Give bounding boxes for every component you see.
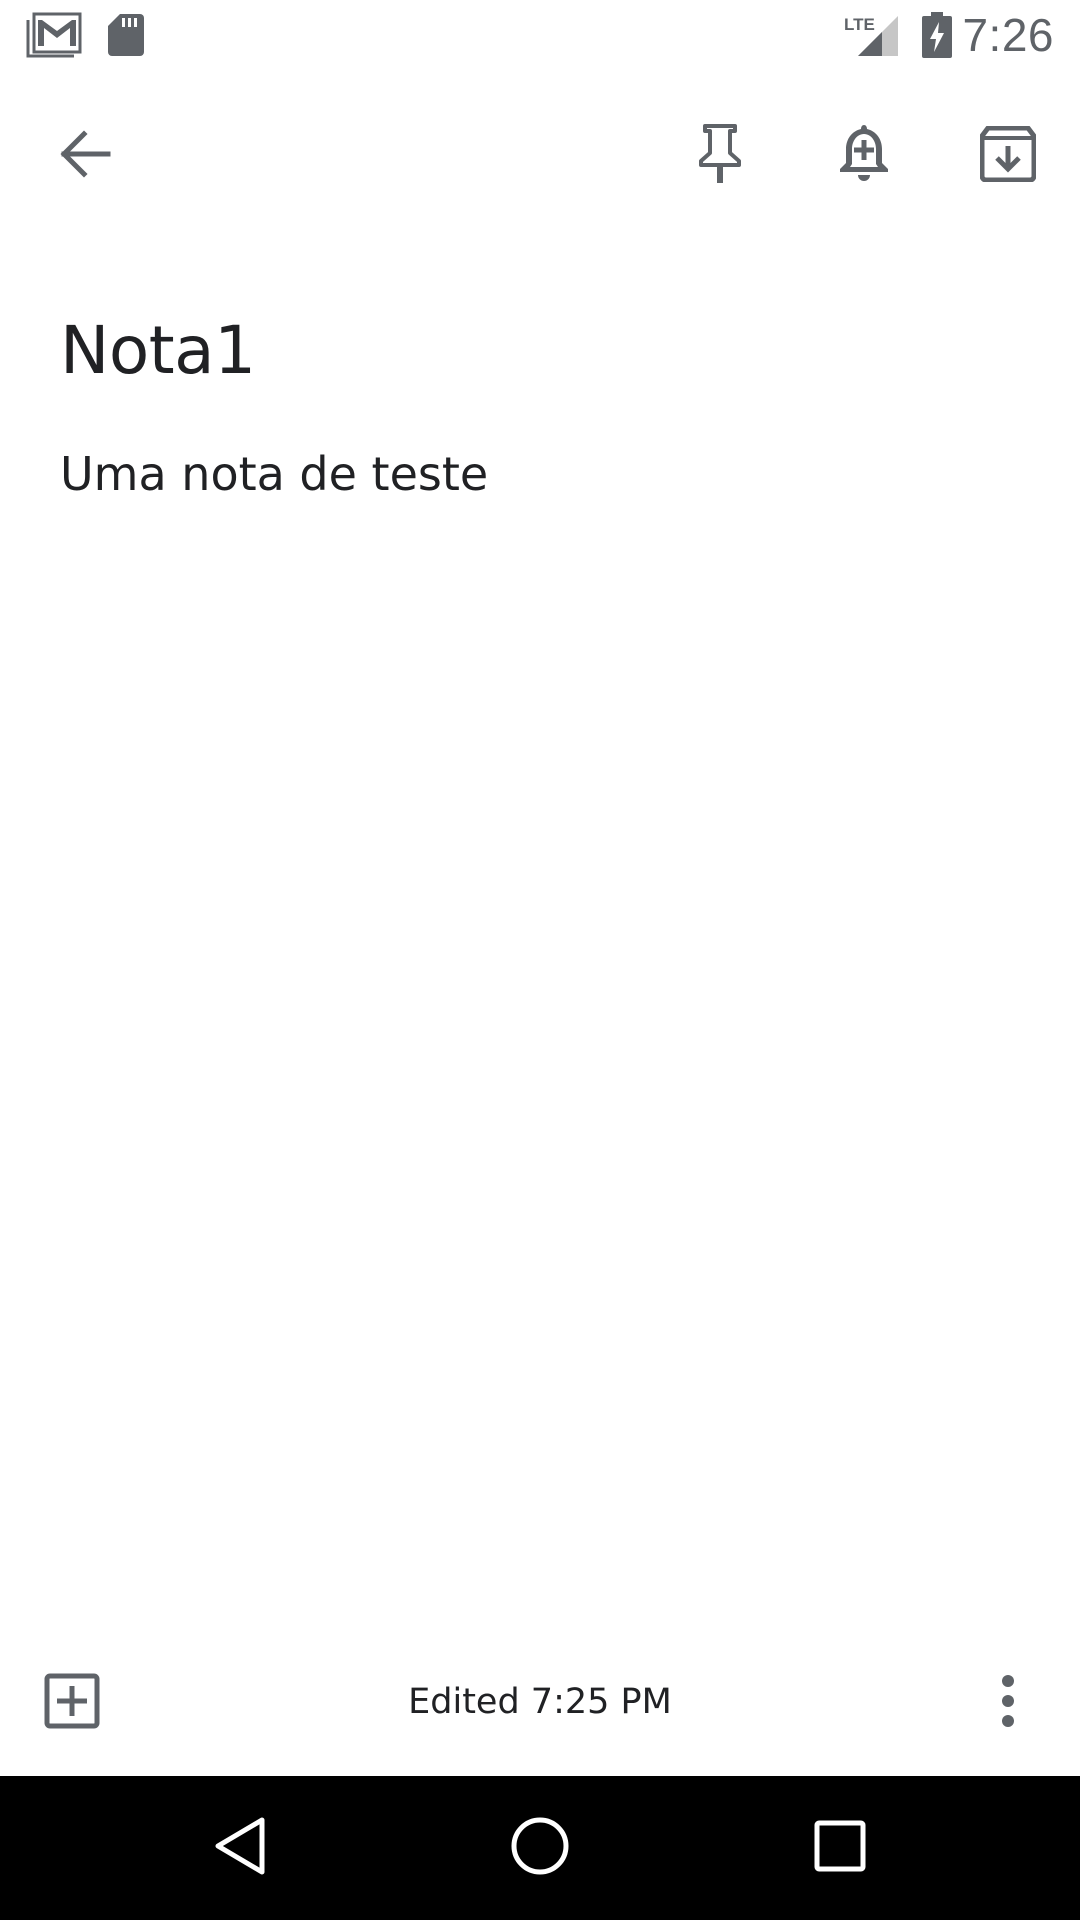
pin-button[interactable] xyxy=(665,101,775,211)
back-button[interactable] xyxy=(30,101,140,211)
status-clock: 7:26 xyxy=(962,9,1054,61)
gmail-icon xyxy=(26,12,82,58)
status-bar: LTE 7:26 xyxy=(0,0,1080,72)
note-body[interactable]: Uma nota de teste xyxy=(60,447,488,501)
edited-timestamp: Edited 7:25 PM xyxy=(408,1682,672,1722)
reminder-button[interactable] xyxy=(809,101,919,211)
lte-signal-icon: LTE xyxy=(844,12,900,58)
nav-back-button[interactable] xyxy=(168,1776,312,1920)
nav-home-icon xyxy=(510,1816,570,1881)
sd-card-icon xyxy=(108,14,144,56)
note-title[interactable]: Nota1 xyxy=(60,312,256,389)
archive-icon xyxy=(979,125,1037,187)
navigation-bar xyxy=(0,1776,1080,1920)
more-options-button[interactable] xyxy=(953,1648,1063,1758)
archive-button[interactable] xyxy=(953,101,1063,211)
more-vert-icon xyxy=(1001,1674,1015,1732)
svg-text:LTE: LTE xyxy=(844,15,875,34)
note-editor-screen: LTE 7:26 Nota1 Uma nota de teste Edited … xyxy=(0,0,1080,1920)
add-reminder-icon xyxy=(838,123,890,190)
battery-charging-icon xyxy=(922,12,952,58)
nav-recents-icon xyxy=(814,1820,866,1877)
nav-recents-button[interactable] xyxy=(768,1776,912,1920)
nav-back-icon xyxy=(212,1816,268,1881)
back-arrow-icon xyxy=(58,129,112,183)
pin-icon xyxy=(695,123,745,190)
nav-home-button[interactable] xyxy=(468,1776,612,1920)
